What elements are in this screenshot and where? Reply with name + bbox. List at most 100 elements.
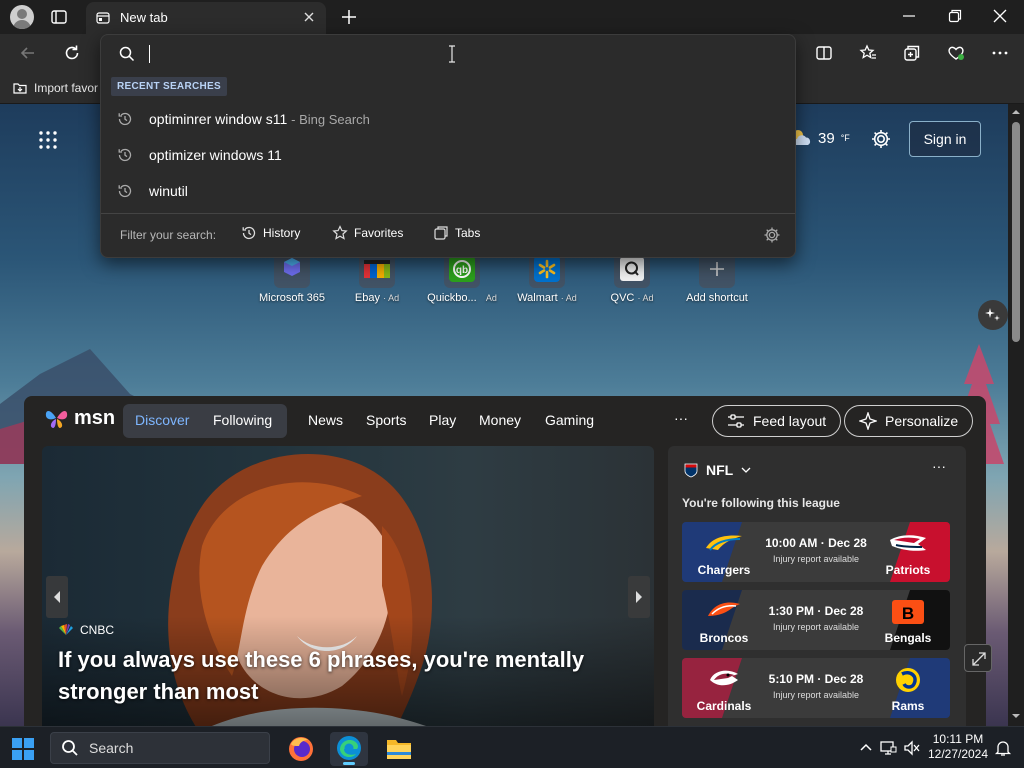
- quick-links: Microsoft 365 Ebay · Ad qb Quickbo... Ad…: [250, 254, 770, 314]
- expand-feed-button[interactable]: [964, 644, 992, 672]
- tab-actions-icon[interactable]: [50, 8, 68, 26]
- taskbar-app-firefox[interactable]: [282, 732, 320, 766]
- tab-following[interactable]: Following: [213, 412, 272, 428]
- favorites-icon[interactable]: [858, 43, 878, 63]
- filter-favorites-button[interactable]: Favorites: [332, 225, 403, 241]
- game-note: Injury report available: [772, 554, 860, 564]
- shortcut-tile: [359, 254, 395, 288]
- background-toggle-button[interactable]: [978, 300, 1008, 330]
- title-bar: New tab: [0, 0, 1024, 34]
- back-arrow-icon[interactable]: [18, 43, 38, 63]
- qvc-icon: [620, 257, 644, 281]
- close-window-icon[interactable]: [993, 9, 1007, 23]
- shortcut-walmart[interactable]: Walmart · Ad: [505, 254, 589, 304]
- nav-news[interactable]: News: [308, 412, 343, 428]
- shortcut-tile: [274, 254, 310, 288]
- filter-history-button[interactable]: History: [241, 225, 300, 241]
- cnbc-peacock-icon: [59, 624, 73, 635]
- scroll-up-arrow-icon[interactable]: [1012, 108, 1020, 116]
- sign-in-button[interactable]: Sign in: [909, 121, 981, 157]
- nfl-league-selector[interactable]: NFL: [684, 462, 751, 478]
- taskbar-search-box[interactable]: Search: [50, 732, 270, 764]
- volume-muted-icon[interactable]: [903, 739, 921, 757]
- rams-logo-icon: [896, 668, 920, 692]
- ad-badge: · Ad: [637, 293, 654, 303]
- page-scrollbar[interactable]: [1008, 104, 1024, 726]
- history-clock-icon: [118, 112, 132, 126]
- settings-more-icon[interactable]: [990, 43, 1010, 63]
- nav-sports[interactable]: Sports: [366, 412, 406, 428]
- nav-play[interactable]: Play: [429, 412, 456, 428]
- apps-grid-icon[interactable]: [38, 130, 58, 150]
- restore-icon[interactable]: [948, 9, 962, 23]
- history-icon: [242, 226, 256, 240]
- personalize-button[interactable]: Personalize: [844, 405, 974, 437]
- refresh-icon[interactable]: [62, 43, 82, 63]
- shortcut-ebay[interactable]: Ebay · Ad: [335, 254, 419, 304]
- search-settings-gear-icon[interactable]: [763, 226, 781, 244]
- game-row[interactable]: Chargers Patriots 10:00 AM · Dec 28 Inju…: [682, 522, 950, 582]
- import-favorites-link[interactable]: Import favor: [12, 80, 98, 96]
- ebay-icon: [364, 260, 390, 278]
- recent-search-item[interactable]: optiminrer window s11 - Bing Search: [101, 102, 795, 136]
- shortcut-label: Ebay: [354, 292, 380, 304]
- tab-new-tab[interactable]: New tab: [86, 2, 326, 34]
- shortcut-qvc[interactable]: QVC · Ad: [590, 254, 674, 304]
- expand-arrows-icon: [972, 652, 986, 666]
- weather-temperature: 39: [818, 129, 835, 147]
- msn-butterfly-icon: [45, 411, 68, 428]
- recent-search-item[interactable]: optimizer windows 11: [101, 138, 795, 172]
- scroll-thumb[interactable]: [1012, 122, 1020, 342]
- nav-more-button[interactable]: ···: [674, 410, 688, 426]
- add-shortcut-plus-icon: [710, 262, 724, 276]
- hero-article-card[interactable]: CNBC If you always use these 6 phrases, …: [42, 446, 654, 726]
- broncos-logo-icon: [708, 602, 740, 616]
- new-tab-plus-icon[interactable]: [340, 8, 358, 26]
- browser-essentials-icon[interactable]: [946, 43, 966, 63]
- walmart-icon: [534, 256, 560, 282]
- tab-discover[interactable]: Discover: [135, 412, 189, 428]
- page-settings-gear-icon[interactable]: [870, 128, 892, 150]
- game-row[interactable]: B Broncos Bengals 1:30 PM · Dec 28 Injur…: [682, 590, 950, 650]
- shortcut-microsoft-365[interactable]: Microsoft 365: [250, 254, 334, 304]
- shortcut-tile: [699, 254, 735, 288]
- notifications-bell-icon[interactable]: [994, 739, 1012, 757]
- nav-money[interactable]: Money: [479, 412, 521, 428]
- show-hidden-icons-chevron-icon[interactable]: [857, 739, 875, 757]
- article-title[interactable]: If you always use these 6 phrases, you'r…: [58, 644, 618, 708]
- profile-avatar[interactable]: [10, 5, 34, 29]
- game-row[interactable]: Cardinals Rams 5:10 PM · Dec 28 Injury r…: [682, 658, 950, 718]
- collections-icon[interactable]: [902, 43, 922, 63]
- filter-tabs-button[interactable]: Tabs: [433, 225, 480, 241]
- feed-layout-button[interactable]: Feed layout: [712, 405, 842, 437]
- shortcut-add[interactable]: Add shortcut: [675, 254, 759, 304]
- msn-logo[interactable]: msn: [44, 406, 115, 430]
- close-tab-icon[interactable]: [302, 10, 316, 24]
- taskbar-app-edge[interactable]: [330, 732, 368, 766]
- recent-search-item[interactable]: winutil: [101, 174, 795, 208]
- filter-favorites-label: Favorites: [354, 226, 404, 240]
- carousel-next-button[interactable]: [628, 576, 650, 618]
- clock-time: 10:11 PM: [932, 732, 984, 746]
- shortcut-quickbooks[interactable]: qb Quickbo... Ad: [420, 254, 504, 304]
- taskbar-app-file-explorer[interactable]: [380, 732, 418, 766]
- text-caret: [149, 45, 150, 63]
- carousel-prev-button[interactable]: [46, 576, 68, 618]
- team-home-name: Broncos: [699, 631, 749, 645]
- weather-widget[interactable]: 39 °F: [790, 128, 850, 148]
- network-display-icon[interactable]: [879, 739, 897, 757]
- windows-start-icon[interactable]: [12, 738, 34, 760]
- recent-search-text: optiminrer window s11: [149, 111, 288, 127]
- split-screen-icon[interactable]: [814, 43, 834, 63]
- team-away-name: Rams: [891, 699, 925, 713]
- search-icon: [119, 46, 135, 62]
- nfl-more-button[interactable]: ···: [932, 458, 946, 474]
- scroll-down-arrow-icon[interactable]: [1012, 712, 1020, 720]
- minimize-icon[interactable]: [902, 9, 916, 23]
- nfl-league-name: NFL: [706, 462, 734, 478]
- game-note: Injury report available: [772, 690, 860, 700]
- shortcut-label: Add shortcut: [686, 292, 748, 304]
- address-bar-input[interactable]: [147, 41, 747, 67]
- nav-gaming[interactable]: Gaming: [545, 412, 594, 428]
- taskbar-clock[interactable]: 10:11 PM 12/27/2024: [926, 732, 990, 762]
